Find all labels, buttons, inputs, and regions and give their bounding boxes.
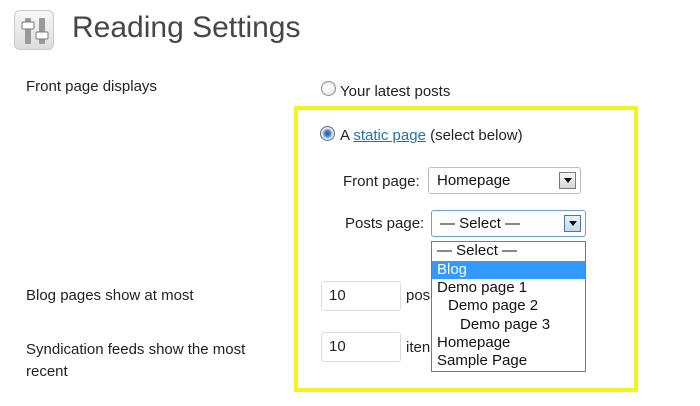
dropdown-option[interactable]: Demo page 2 xyxy=(432,297,585,315)
static-page-option[interactable]: A static page (select below) xyxy=(340,126,523,146)
syndication-input[interactable]: 10 xyxy=(321,332,401,362)
syndication-label-line2: recent xyxy=(26,363,68,380)
posts-page-select[interactable]: — Select — xyxy=(431,210,586,237)
posts-page-select-label: Posts page: xyxy=(345,215,425,232)
syndication-suffix: iten xyxy=(406,339,431,356)
static-page-prefix: A xyxy=(340,127,350,144)
latest-posts-label[interactable]: Your latest posts xyxy=(340,82,450,102)
syndication-label-line1: Syndication feeds show the most xyxy=(26,341,246,358)
chevron-down-icon[interactable] xyxy=(559,172,576,189)
posts-page-dropdown-list[interactable]: — Select — Blog Demo page 1 Demo page 2 … xyxy=(431,241,586,372)
front-page-displays-label: Front page displays xyxy=(26,78,157,95)
front-page-select[interactable]: Homepage xyxy=(428,167,581,194)
front-page-select-label: Front page: xyxy=(343,173,420,190)
dropdown-option-highlighted[interactable]: Blog xyxy=(432,261,585,279)
blog-pages-input[interactable]: 10 xyxy=(321,281,401,311)
dropdown-option[interactable]: Demo page 1 xyxy=(432,279,585,297)
posts-page-select-value: — Select — xyxy=(440,215,521,232)
dropdown-option[interactable]: Sample Page xyxy=(432,352,585,370)
static-page-suffix: (select below) xyxy=(430,127,523,144)
front-page-select-value: Homepage xyxy=(437,172,511,189)
static-page-radio[interactable] xyxy=(320,126,335,141)
static-page-link[interactable]: static page xyxy=(353,127,426,144)
page-title: Reading Settings xyxy=(72,11,301,44)
dropdown-option[interactable]: — Select — xyxy=(432,242,585,260)
dropdown-option[interactable]: Demo page 3 xyxy=(432,316,585,334)
chevron-down-icon[interactable] xyxy=(564,215,581,232)
dropdown-option[interactable]: Homepage xyxy=(432,334,585,352)
settings-sliders-icon xyxy=(14,10,54,50)
latest-posts-radio[interactable] xyxy=(321,81,336,96)
blog-pages-label: Blog pages show at most xyxy=(26,287,194,304)
blog-pages-suffix: pos xyxy=(406,287,431,304)
